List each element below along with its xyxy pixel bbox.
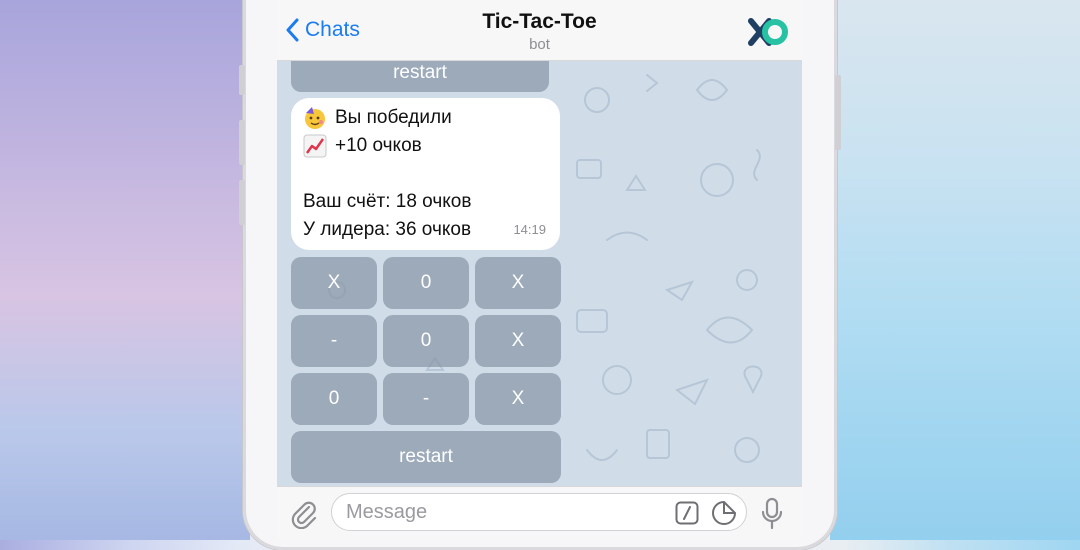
sticker-icon[interactable] bbox=[711, 500, 737, 526]
message-line-4: У лидера: 36 очков bbox=[303, 219, 472, 240]
chat-title: Tic-Tac-Toe bbox=[482, 10, 597, 33]
chat-area: restart Вы победили +10 очков Ваш счёт: … bbox=[277, 60, 802, 486]
xo-logo-icon[interactable] bbox=[747, 13, 789, 51]
board-cell[interactable]: X bbox=[475, 315, 561, 367]
message-line-3: Ваш счёт: 18 очков bbox=[303, 191, 472, 212]
board-cell-label: - bbox=[422, 388, 430, 409]
restart-button[interactable]: restart bbox=[291, 60, 549, 92]
board-cell[interactable]: X bbox=[475, 373, 561, 425]
board-cell[interactable]: 0 bbox=[291, 373, 377, 425]
chat-header: Chats Tic-Tac-Toe bot bbox=[277, 0, 802, 61]
board-cell[interactable]: 0 bbox=[383, 257, 469, 309]
board-cell[interactable]: - bbox=[383, 373, 469, 425]
board-cell-label: X bbox=[511, 330, 525, 351]
partying-face-emoji bbox=[305, 107, 325, 129]
board-cell-label: X bbox=[327, 272, 341, 293]
slash-command-icon[interactable] bbox=[675, 501, 699, 525]
board-cell-label: 0 bbox=[328, 388, 340, 409]
restart-button[interactable]: restart bbox=[291, 431, 561, 483]
microphone-icon[interactable] bbox=[761, 497, 783, 531]
board-cell[interactable]: 0 bbox=[383, 315, 469, 367]
message-timestamp: 14:19 bbox=[513, 222, 546, 237]
message-placeholder: Message bbox=[346, 500, 428, 523]
board-cell[interactable]: X bbox=[475, 257, 561, 309]
board-cell-label: 0 bbox=[420, 330, 432, 351]
paperclip-icon[interactable] bbox=[289, 499, 319, 529]
message-line-1: Вы победили bbox=[335, 107, 452, 128]
background-right bbox=[830, 0, 1080, 540]
background-left bbox=[0, 0, 250, 540]
phone-side-button bbox=[835, 75, 841, 150]
board-cell[interactable]: - bbox=[291, 315, 377, 367]
message-input-bar: Message bbox=[277, 486, 802, 540]
board-cell-label: X bbox=[511, 388, 525, 409]
phone-side-button bbox=[239, 180, 245, 225]
restart-button-label: restart bbox=[399, 446, 453, 467]
phone-side-button bbox=[239, 65, 245, 95]
chat-screen: Chats Tic-Tac-Toe bot restart Вы победил… bbox=[277, 0, 802, 540]
chat-subtitle: bot bbox=[529, 36, 550, 53]
message-line-2: +10 очков bbox=[335, 135, 422, 156]
restart-button-label: restart bbox=[393, 62, 447, 83]
board-cell-label: X bbox=[511, 272, 525, 293]
bot-message-bubble: Вы победили +10 очков Ваш счёт: 18 очков… bbox=[291, 98, 560, 250]
phone-side-button bbox=[239, 120, 245, 165]
board-cell-label: - bbox=[330, 330, 338, 351]
board-cell-label: 0 bbox=[420, 272, 432, 293]
board-cell[interactable]: X bbox=[291, 257, 377, 309]
chart-increasing-emoji bbox=[303, 134, 327, 158]
